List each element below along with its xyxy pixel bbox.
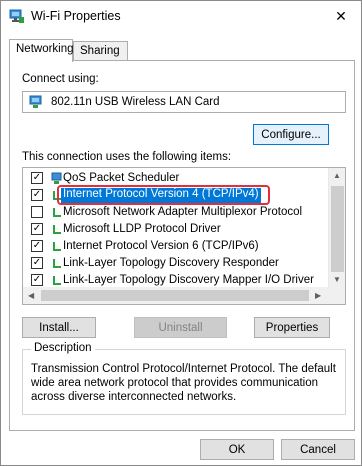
list-item-label: Link-Layer Topology Discovery Responder xyxy=(63,257,279,269)
item-checkbox[interactable] xyxy=(31,206,43,218)
tab-sharing[interactable]: Sharing xyxy=(73,41,128,61)
list-item-label: Microsoft Network Adapter Multiplexor Pr… xyxy=(63,206,303,218)
list-item-label: Internet Protocol Version 6 (TCP/IPv6) xyxy=(63,240,259,252)
description-text: Transmission Control Protocol/Internet P… xyxy=(31,363,336,403)
tab-networking[interactable]: Networking xyxy=(9,39,74,62)
item-checkbox[interactable]: ✓ xyxy=(31,274,43,286)
vertical-scroll-thumb[interactable] xyxy=(331,186,344,272)
description-title: Description xyxy=(31,342,95,354)
properties-button[interactable]: Properties xyxy=(254,317,330,338)
close-icon: ✕ xyxy=(335,7,347,24)
item-checkbox[interactable]: ✓ xyxy=(31,240,43,252)
scroll-down-icon[interactable]: ▼ xyxy=(333,275,341,284)
list-item[interactable]: ✓ Link-Layer Topology Discovery Responder xyxy=(23,255,329,272)
vertical-scrollbar[interactable]: ▲ ▼ xyxy=(328,168,345,288)
scroll-left-icon[interactable]: ◀ xyxy=(28,291,34,300)
wifi-properties-dialog: Wi-Fi Properties ✕ Networking Sharing Co… xyxy=(0,0,362,466)
cancel-button[interactable]: Cancel xyxy=(281,439,355,460)
items-label: This connection uses the following items… xyxy=(22,151,232,163)
item-checkbox[interactable]: ✓ xyxy=(31,172,43,184)
close-button[interactable]: ✕ xyxy=(321,1,361,31)
install-button[interactable]: Install... xyxy=(22,317,96,338)
ok-button[interactable]: OK xyxy=(200,439,274,460)
annotation-highlight-ring xyxy=(57,185,270,205)
list-item-label: QoS Packet Scheduler xyxy=(63,172,180,184)
adapter-name: 802.11n USB Wireless LAN Card xyxy=(51,96,220,108)
list-item[interactable]: ✓ Internet Protocol Version 6 (TCP/IPv6) xyxy=(23,238,329,255)
list-item-label: Microsoft LLDP Protocol Driver xyxy=(63,223,221,235)
item-checkbox[interactable]: ✓ xyxy=(31,223,43,235)
scroll-right-icon[interactable]: ▶ xyxy=(315,291,321,300)
window-title: Wi-Fi Properties xyxy=(31,9,121,23)
item-checkbox[interactable]: ✓ xyxy=(31,257,43,269)
description-group: Description Transmission Control Protoco… xyxy=(22,342,346,415)
horizontal-scroll-thumb[interactable] xyxy=(41,290,309,301)
list-item[interactable]: ✓ Internet Protocol Version 4 (TCP/IPv4) xyxy=(23,185,329,205)
horizontal-scrollbar[interactable]: ◀ ▶ xyxy=(23,287,345,304)
network-adapter-icon xyxy=(29,95,42,108)
title-bar: Wi-Fi Properties ✕ xyxy=(1,1,361,31)
connect-using-label: Connect using: xyxy=(22,73,99,85)
network-adapter-icon xyxy=(9,9,24,23)
list-item[interactable]: ✓ Microsoft LLDP Protocol Driver xyxy=(23,221,329,238)
components-list[interactable]: ✓ QoS Packet Scheduler ✓ Internet Protocol … xyxy=(22,167,346,305)
configure-button[interactable]: Configure... xyxy=(253,124,329,145)
item-checkbox[interactable]: ✓ xyxy=(31,189,43,201)
uninstall-button[interactable]: Uninstall xyxy=(134,317,227,338)
list-item-label: Link-Layer Topology Discovery Mapper I/O… xyxy=(63,274,314,286)
networking-panel: Connect using: 802.11n USB Wireless LAN … xyxy=(9,60,355,431)
adapter-field: 802.11n USB Wireless LAN Card xyxy=(22,91,346,113)
scroll-up-icon[interactable]: ▲ xyxy=(333,171,341,180)
list-item[interactable]: Microsoft Network Adapter Multiplexor Pr… xyxy=(23,204,329,221)
